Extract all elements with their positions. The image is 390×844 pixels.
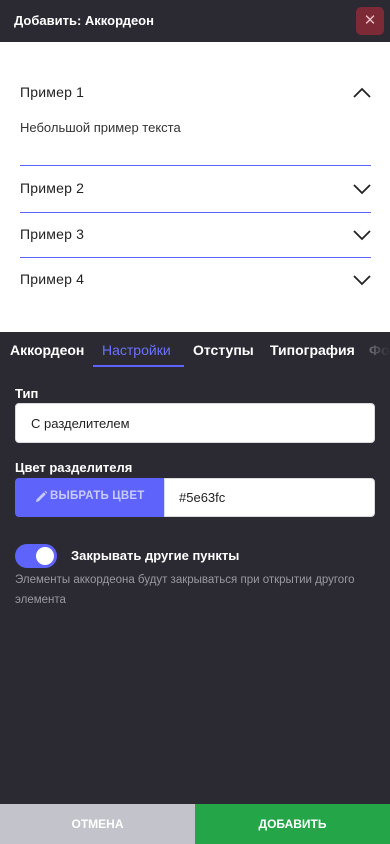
- pencil-icon: [36, 490, 48, 502]
- pick-color-button[interactable]: ВЫБРАТЬ ЦВЕТ: [15, 478, 164, 517]
- chevron-down-icon: [353, 184, 371, 195]
- tab-typography[interactable]: Типография: [270, 332, 355, 368]
- type-select[interactable]: С разделителем: [15, 403, 375, 443]
- accordion-item-title: Пример 2: [20, 180, 85, 196]
- accordion-item-title: Пример 4: [20, 271, 85, 287]
- accordion-item-title: Пример 3: [20, 226, 85, 242]
- chevron-down-icon: [353, 275, 371, 286]
- cancel-button[interactable]: ОТМЕНА: [0, 804, 195, 844]
- color-hex-value: #5e63fc: [179, 490, 226, 505]
- accordion-divider: [20, 165, 371, 166]
- toggle-knob: [36, 547, 54, 565]
- color-hex-input[interactable]: #5e63fc: [164, 478, 375, 517]
- add-button[interactable]: ДОБАВИТЬ: [195, 804, 390, 844]
- close-others-hint: Элементы аккордеона будут закрываться пр…: [15, 574, 355, 606]
- close-others-toggle[interactable]: [15, 544, 57, 568]
- tabs-fade: [360, 332, 390, 368]
- active-tab-indicator: [93, 365, 184, 367]
- divider-color-label: Цвет разделителя: [15, 460, 133, 475]
- accordion-item-body: Небольшой пример текста: [20, 120, 181, 135]
- tab-settings[interactable]: Настройки: [102, 332, 171, 368]
- close-button[interactable]: ✕: [356, 7, 384, 35]
- chevron-up-icon: [353, 87, 371, 98]
- type-select-value: С разделителем: [31, 416, 130, 431]
- accordion-divider: [20, 212, 371, 213]
- accordion-item-title: Пример 1: [20, 84, 85, 100]
- chevron-down-icon: [353, 230, 371, 241]
- type-label: Тип: [15, 386, 39, 401]
- modal-title: Добавить: Аккордеон: [14, 13, 154, 28]
- tab-accordion[interactable]: Аккордеон: [10, 332, 84, 368]
- settings-tabs: Аккордеон Настройки Отступы Типография Ф…: [0, 332, 390, 368]
- modal-header: Добавить: Аккордеон ✕: [0, 0, 390, 42]
- close-others-label: Закрывать другие пункты: [71, 548, 240, 563]
- accordion-divider: [20, 257, 371, 258]
- pick-color-label: ВЫБРАТЬ ЦВЕТ: [50, 490, 145, 502]
- accordion-preview: Пример 1 Небольшой пример текста Пример …: [0, 42, 390, 332]
- close-icon: ✕: [363, 12, 377, 29]
- tab-spacing[interactable]: Отступы: [193, 332, 254, 368]
